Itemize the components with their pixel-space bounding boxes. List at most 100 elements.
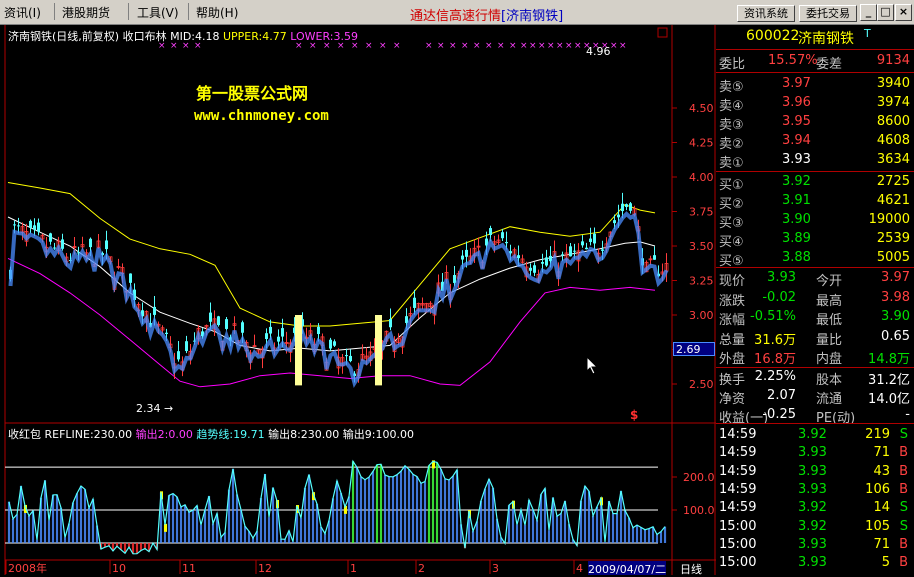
candle-body <box>105 240 108 250</box>
signal-x-marker: × <box>393 41 401 51</box>
t-mark: T <box>864 27 871 40</box>
stat-value: 0.65 <box>881 328 910 344</box>
candle-body <box>389 319 392 328</box>
ask-label: 卖⑤ <box>719 80 744 95</box>
finance-row: 净资 2.07 流通 14.0亿 <box>716 387 914 407</box>
mouse-cursor-icon <box>586 356 599 375</box>
ask-volume: 8600 <box>876 114 910 129</box>
ask-volume: 4608 <box>876 133 910 148</box>
signal-x-marker: × <box>437 41 445 51</box>
x-axis-label: 11 <box>182 562 196 575</box>
candle-body <box>329 339 332 349</box>
indicator-name: 济南钢铁(日线,前复权) 收口布林 <box>8 30 167 43</box>
candle-body <box>345 355 348 357</box>
stock-code: 600022 <box>746 28 800 44</box>
finance-value: 31.2亿 <box>868 373 910 388</box>
candle-body <box>453 275 456 283</box>
signal-x-marker: × <box>461 41 469 51</box>
minimize-button[interactable]: _ <box>860 4 877 21</box>
candle-body <box>545 257 548 266</box>
candle-body <box>625 204 628 207</box>
signal-x-marker: × <box>509 41 517 51</box>
order-ratio-row: 委比 15.57% 委差 9134 <box>719 53 910 72</box>
x-axis-label: 1 <box>350 562 357 575</box>
menu-info[interactable]: 资讯(I) <box>4 4 41 21</box>
ask-price: 3.93 <box>782 152 811 167</box>
watermark-title: 第一股票公式网 <box>196 84 309 103</box>
signal-x-marker: × <box>538 41 546 51</box>
y-tick-label: 4.00 <box>689 171 714 184</box>
tick-side: B <box>899 555 908 571</box>
candle-body <box>533 265 536 273</box>
restore-button[interactable]: □ <box>877 4 894 21</box>
app-title: 通达信高速行情[济南钢铁] <box>410 9 564 24</box>
ask-label: 卖③ <box>719 118 744 133</box>
candle-body <box>461 255 464 260</box>
menu-hk-futures[interactable]: 港股期货 <box>62 4 110 21</box>
candle-body <box>317 326 320 335</box>
candle-body <box>53 247 56 249</box>
x-axis-label: 2 <box>418 562 425 575</box>
candle-body <box>489 228 492 235</box>
y-tick-label: 3.25 <box>689 275 714 288</box>
stat-value: -0.02 <box>762 289 796 305</box>
bid-volume: 2539 <box>876 231 910 246</box>
tick-side: S <box>899 500 908 516</box>
tick-time: 14:59 <box>719 481 757 497</box>
tick-row: 15:00 3.93 5 B <box>716 554 914 573</box>
signal-x-marker: × <box>365 41 373 51</box>
tick-volume: 219 <box>865 427 890 442</box>
menu-help[interactable]: 帮助(H) <box>196 4 238 21</box>
menu-separator <box>188 3 189 20</box>
tick-row: 15:00 3.92 105 S <box>716 518 914 537</box>
tick-time: 15:00 <box>719 555 757 571</box>
candle-body <box>517 255 520 259</box>
tick-price: 3.93 <box>798 536 827 552</box>
news-system-button[interactable]: 资讯系统 <box>737 5 795 22</box>
ask-price: 3.95 <box>782 114 811 129</box>
kline-chart[interactable]: × × × × × × × × × × × × × × × × × × × × × × × × × × × × × × × × 4.504.2… <box>0 25 716 575</box>
candle-body <box>405 316 408 323</box>
stat-value: 3.93 <box>767 270 796 285</box>
y-tick-label: 2.50 <box>689 378 714 391</box>
ask-row: 卖② 3.94 4608 <box>716 132 914 152</box>
ask-label: 卖① <box>719 156 744 171</box>
stat-value: 3.97 <box>881 270 910 285</box>
stat-row: 外盘 16.8万 内盘 14.8万 <box>716 347 914 367</box>
tick-time: 14:59 <box>719 500 757 516</box>
stock-header: 600022 济南钢铁 T <box>716 27 914 47</box>
highlight-bar <box>375 315 382 386</box>
tick-row: 15:00 3.93 71 B <box>716 536 914 555</box>
y-tick-label: 3.75 <box>689 206 714 219</box>
stat-row: 总量 31.6万 量比 0.65 <box>716 328 914 348</box>
pane-toggle-icon[interactable] <box>657 27 668 38</box>
tick-volume: 71 <box>873 536 890 552</box>
finance-value: 2.25% <box>754 369 796 384</box>
close-button[interactable]: × <box>895 4 912 21</box>
tick-price: 3.93 <box>798 481 827 497</box>
signal-x-marker: × <box>565 41 573 51</box>
candle-body <box>265 333 268 340</box>
tick-side: S <box>899 427 908 442</box>
stat-label: 最低 <box>816 313 843 328</box>
stat-label: 今开 <box>816 274 843 289</box>
watermark-url: www.chnmoney.com <box>194 108 329 124</box>
ask-row: 卖① 3.93 3634 <box>716 151 914 171</box>
x-axis-label: 12 <box>258 562 272 575</box>
stat-label: 外盘 <box>719 352 746 367</box>
tick-price: 3.93 <box>798 445 827 461</box>
bid-volume: 5005 <box>876 250 910 265</box>
trade-button[interactable]: 委托交易 <box>799 5 857 22</box>
tick-price: 3.92 <box>798 427 827 442</box>
bid-volume: 19000 <box>868 212 910 227</box>
signal-x-marker: × <box>379 41 387 51</box>
signal-x-marker: × <box>619 41 627 51</box>
menu-tools[interactable]: 工具(V) <box>137 4 179 21</box>
bid-row: 买④ 3.89 2539 <box>716 230 914 250</box>
bid-label: 买② <box>719 197 744 212</box>
candle-body <box>593 233 596 244</box>
sub-signal-mark <box>164 523 167 532</box>
candle-body <box>617 214 620 218</box>
stat-row: 现价 3.93 今开 3.97 <box>716 269 914 289</box>
candle-body <box>17 225 20 227</box>
